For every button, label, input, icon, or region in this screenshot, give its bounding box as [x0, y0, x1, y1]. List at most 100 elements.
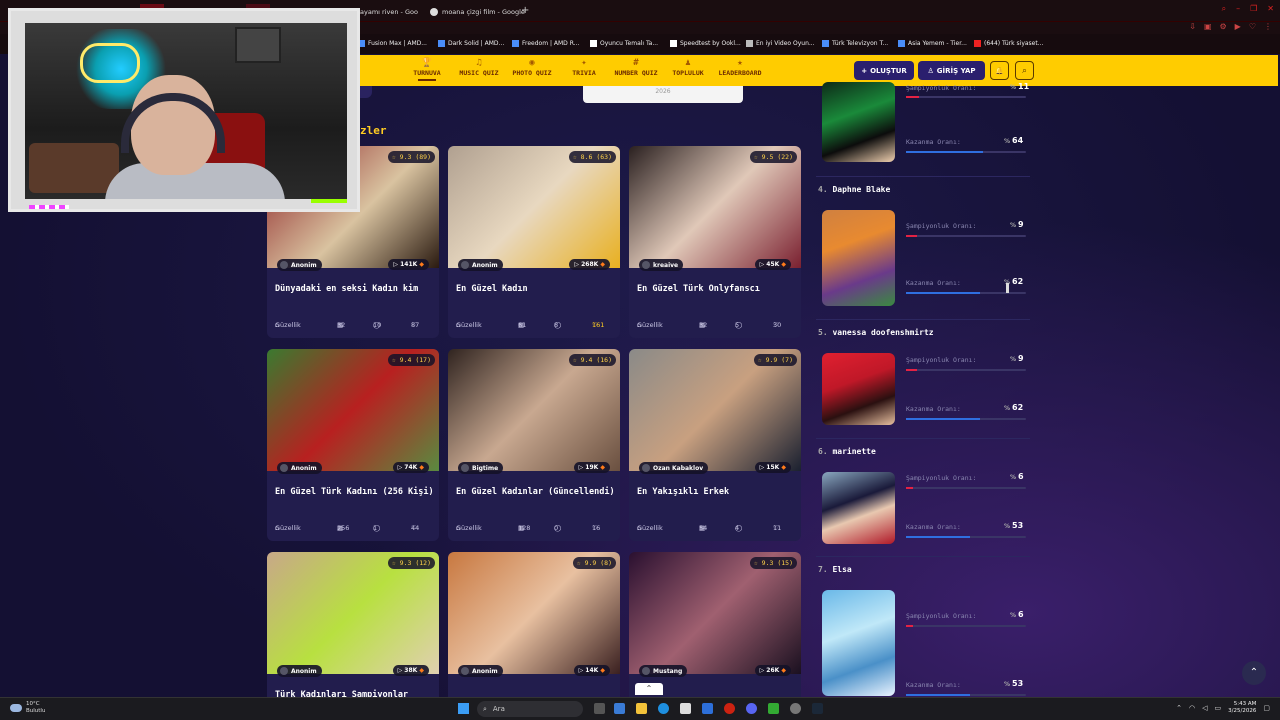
quiz-card[interactable]: ☆ 9.9 (8) Anonim ▷ 14K ◆	[448, 552, 620, 720]
clock[interactable]: 5:43 AM 3/25/2026	[1228, 701, 1256, 715]
fire-icon: ◆	[417, 261, 424, 268]
app-icon[interactable]	[768, 703, 779, 714]
quiz-card[interactable]: ☆ 9.9 (7) Ozan Kabaklov ▷ 15K ◆ En Yakışıkl…	[629, 349, 801, 541]
quiz-card[interactable]: ☆ 9.4 (16) Bigtime ▷ 19K ◆ En Güzel Kadınla…	[448, 349, 620, 541]
author-badge[interactable]: Ozan Kabaklov	[639, 462, 709, 474]
maximize-icon[interactable]: ❐	[1250, 4, 1257, 14]
discord-icon[interactable]	[746, 703, 757, 714]
quiz-card[interactable]: ☆ 9.4 (17) Anonim ▷ 74K ◆ En Güzel Türk Kad…	[267, 349, 439, 541]
file-explorer-icon[interactable]	[636, 703, 647, 714]
leaderboard-divider	[816, 176, 1030, 177]
author-badge[interactable]: Anonim	[277, 665, 322, 677]
quiz-thumbnail[interactable]	[267, 552, 439, 674]
bookmark-item[interactable]: Speedtest by Ookl...	[670, 40, 741, 47]
wifi-icon[interactable]: ◠	[1189, 704, 1195, 712]
bookmark-item[interactable]: Dark Solid | AMD...	[438, 40, 504, 47]
chevron-up-icon[interactable]: ⌃	[1176, 704, 1182, 712]
close-icon[interactable]: ✕	[1267, 4, 1274, 14]
windows-start-icon[interactable]	[458, 703, 469, 714]
search-tabs-icon[interactable]: ⌕	[1222, 4, 1226, 14]
author-badge[interactable]: Anonim	[458, 665, 503, 677]
scroll-up-tab[interactable]: ⌃	[635, 683, 663, 695]
win-rate-fill	[906, 418, 981, 420]
new-tab-button[interactable]: +	[521, 5, 529, 16]
leaderboard-divider	[816, 556, 1030, 557]
author-badge[interactable]: Bigtime	[458, 462, 504, 474]
search-button[interactable]: ⌕	[1015, 61, 1034, 80]
leaderboard-entry-title[interactable]: 7. Elsa	[818, 565, 852, 574]
leaderboard-entry-title[interactable]: 5. vanessa doofenshmirtz	[818, 328, 934, 337]
bookmark-item[interactable]: Freedom | AMD R...	[512, 40, 579, 47]
quiz-title[interactable]: En Güzel Türk Kadını (256 Kişi)	[275, 486, 435, 499]
author-badge[interactable]: Anonim	[277, 462, 322, 474]
bookmark-item[interactable]: Türk Televizyon T...	[822, 40, 888, 47]
championship-rate-fill	[906, 369, 917, 371]
notifications-button[interactable]: 🔔	[990, 61, 1009, 80]
quiz-thumbnail[interactable]	[267, 349, 439, 471]
quiz-thumbnail[interactable]	[629, 146, 801, 268]
quiz-title[interactable]: En Güzel Kadın	[456, 283, 616, 296]
login-button[interactable]: ♙ GİRİŞ YAP	[918, 61, 985, 80]
win-rate-label: Kazanma Oranı:	[906, 681, 961, 689]
quiz-thumbnail[interactable]	[448, 146, 620, 268]
task-view-icon[interactable]	[594, 703, 605, 714]
leaderboard-entry-title[interactable]: 6. marinette	[818, 447, 876, 456]
quiz-card[interactable]: ☆ 9.3 (12) Anonim ▷ 38K ◆ Türk Kadınları Şa…	[267, 552, 439, 720]
author-badge[interactable]: Mustang	[639, 665, 688, 677]
character-image[interactable]	[822, 353, 895, 425]
character-image[interactable]	[822, 590, 895, 696]
settings-icon[interactable]: ⚙	[1220, 22, 1227, 31]
quiz-card[interactable]: ☆ 8.6 (63) Anonim ▷ 268K ◆ En Güzel Kadın ⌂ …	[448, 146, 620, 338]
quiz-card[interactable]: ☆ 9.5 (22) kreaive ▷ 45K ◆ En Güzel Türk On…	[629, 146, 801, 338]
quiz-title[interactable]: En Güzel Kadınlar (Güncellendi)	[456, 486, 616, 499]
download-icon[interactable]: ⇩	[1189, 22, 1196, 31]
battery-icon[interactable]: ▭	[1215, 704, 1222, 712]
nav-leaderboard[interactable]: ★ LEADERBOARD	[707, 57, 773, 77]
leaderboard-entry-title[interactable]: 4. Daphne Blake	[818, 185, 890, 194]
app-icon[interactable]	[790, 703, 801, 714]
mail-icon[interactable]	[702, 703, 713, 714]
scroll-to-top-button[interactable]: ⌃	[1242, 661, 1266, 685]
opera-icon[interactable]	[724, 703, 735, 714]
notification-icon[interactable]: ▢	[1263, 704, 1270, 712]
create-button[interactable]: + OLUŞTUR	[854, 61, 914, 80]
browser-tab[interactable]: moana çizgi film - Google	[424, 4, 531, 20]
quiz-thumbnail[interactable]	[629, 552, 801, 674]
author-badge[interactable]: kreaive	[639, 259, 684, 271]
play-icon[interactable]: ▶	[1235, 22, 1241, 31]
character-image[interactable]	[822, 82, 895, 162]
author-badge[interactable]: Anonim	[458, 259, 503, 271]
win-rate-bar	[906, 418, 1026, 420]
quiz-thumbnail[interactable]	[448, 349, 620, 471]
heart-icon[interactable]: ♡	[1249, 22, 1256, 31]
bookmark-item[interactable]: (644) Türk siyaset...	[974, 40, 1043, 47]
rating-badge: ☆ 8.6 (63)	[568, 151, 616, 163]
weather-widget[interactable]: 10°C Bulutlu	[10, 701, 45, 715]
overlay-stripe	[311, 199, 347, 203]
championship-rate-label: Şampiyonluk Oranı:	[906, 222, 977, 230]
edge-icon[interactable]	[658, 703, 669, 714]
character-image[interactable]	[822, 210, 895, 306]
quiz-title[interactable]: En Güzel Türk Onlyfanscı	[637, 283, 797, 296]
extensions-icon[interactable]: ▣	[1204, 22, 1212, 31]
minimize-icon[interactable]: –	[1236, 4, 1240, 14]
quiz-title[interactable]: En Yakışıklı Erkek	[637, 486, 797, 499]
taskbar-search[interactable]: ⌕ Ara	[477, 701, 583, 717]
browser-tab[interactable]: ayamı riven - Goo	[354, 4, 424, 20]
character-image[interactable]	[822, 472, 895, 544]
steam-icon[interactable]	[812, 703, 823, 714]
medal-icon: ★	[737, 58, 743, 68]
bookmark-item[interactable]: Fusion Max | AMD...	[358, 40, 427, 47]
quiz-thumbnail[interactable]	[448, 552, 620, 674]
copilot-icon[interactable]	[614, 703, 625, 714]
volume-icon[interactable]: ◁	[1202, 704, 1207, 712]
author-badge[interactable]: Anonim	[277, 259, 322, 271]
quiz-thumbnail[interactable]	[629, 349, 801, 471]
store-icon[interactable]	[680, 703, 691, 714]
bookmark-item[interactable]: En iyi Video Oyun...	[746, 40, 815, 47]
bell-icon: 🔔	[995, 66, 1004, 75]
bookmark-item[interactable]: Asia Yemem - Tier...	[898, 40, 967, 47]
menu-icon[interactable]: ⋮	[1264, 22, 1272, 31]
bookmark-item[interactable]: Oyuncu Temalı Ta...	[590, 40, 658, 47]
quiz-title[interactable]: Dünyadaki en seksi Kadın kim	[275, 283, 435, 296]
